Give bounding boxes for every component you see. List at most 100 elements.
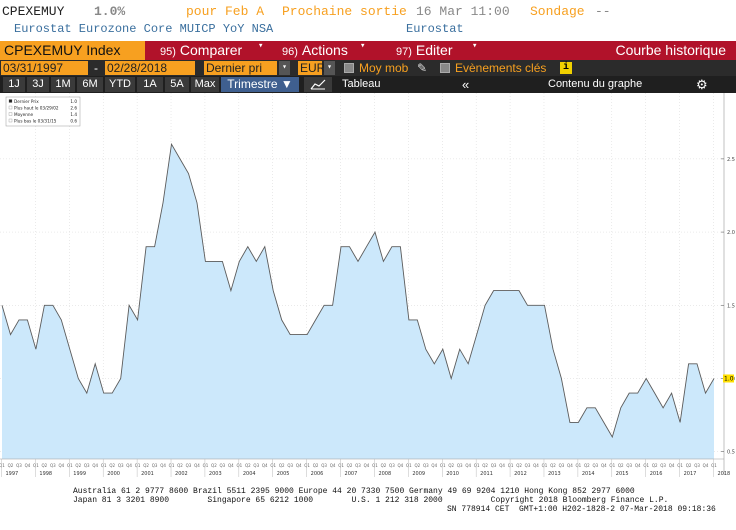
key-events-checkbox[interactable] bbox=[440, 63, 450, 73]
x-quarter-label: Q4 bbox=[669, 463, 675, 468]
x-quarter-label: Q1 bbox=[203, 463, 209, 468]
x-quarter-label: Q2 bbox=[177, 463, 183, 468]
x-quarter-label: Q3 bbox=[525, 463, 531, 468]
x-year-label: 2016 bbox=[650, 471, 663, 477]
x-quarter-label: Q3 bbox=[220, 463, 226, 468]
x-year-label: 2010 bbox=[446, 471, 459, 477]
x-quarter-label: Q1 bbox=[236, 463, 242, 468]
range-button-1a[interactable]: 1A bbox=[137, 77, 163, 92]
legend-swatch bbox=[8, 99, 13, 103]
x-quarter-label: Q2 bbox=[414, 463, 420, 468]
compare-menu[interactable]: 95) Comparer bbox=[160, 41, 242, 60]
chart-content-button[interactable]: Contenu du graphe bbox=[548, 77, 642, 92]
range-button-max[interactable]: Max bbox=[191, 77, 219, 92]
actions-chevron-down-icon[interactable]: ▾ bbox=[360, 41, 365, 51]
x-quarter-label: Q2 bbox=[652, 463, 658, 468]
x-quarter-label: Q1 bbox=[711, 463, 717, 468]
x-quarter-label: Q2 bbox=[143, 463, 149, 468]
next-release-value: 16 Mar 11:00 bbox=[416, 4, 510, 19]
frequency-select[interactable]: Trimestre ▼ bbox=[221, 77, 299, 92]
x-year-label: 2012 bbox=[514, 471, 527, 477]
x-quarter-label: Q1 bbox=[270, 463, 276, 468]
x-year-label: 2004 bbox=[243, 471, 256, 477]
compare-menu-label: Comparer bbox=[179, 42, 243, 58]
x-year-label: 2013 bbox=[548, 471, 561, 477]
info-icon[interactable]: i bbox=[560, 62, 572, 74]
history-chart: 0.51.01.52.02.5 Q1Q2Q3Q4Q1Q2Q3Q4Q1Q2Q3Q4… bbox=[0, 93, 736, 486]
gear-icon[interactable]: ⚙ bbox=[696, 77, 708, 92]
field-chevron-down-icon[interactable]: ▾ bbox=[279, 61, 290, 75]
actions-menu-number: 96) bbox=[282, 46, 298, 58]
x-year-label: 2006 bbox=[311, 471, 324, 477]
x-quarter-label: Q1 bbox=[576, 463, 582, 468]
x-quarter-label: Q4 bbox=[58, 463, 64, 468]
edit-chevron-down-icon[interactable]: ▾ bbox=[472, 41, 477, 51]
x-quarter-label: Q4 bbox=[228, 463, 234, 468]
x-quarter-label: Q3 bbox=[457, 463, 463, 468]
x-year-label: 2001 bbox=[141, 471, 154, 477]
x-quarter-label: Q3 bbox=[694, 463, 700, 468]
description: Eurostat Eurozone Core MUICP YoY NSA bbox=[14, 22, 274, 36]
chart-type-button[interactable] bbox=[304, 77, 332, 92]
x-quarter-label: Q4 bbox=[533, 463, 539, 468]
x-quarter-label: Q3 bbox=[50, 463, 56, 468]
x-quarter-label: Q4 bbox=[160, 463, 166, 468]
start-date-input[interactable]: 03/31/1997 bbox=[1, 61, 88, 75]
x-year-label: 2011 bbox=[480, 471, 493, 477]
x-quarter-label: Q2 bbox=[313, 463, 319, 468]
x-quarter-label: Q4 bbox=[567, 463, 573, 468]
range-button-3j[interactable]: 3J bbox=[27, 77, 49, 92]
legend-label: Plus haut le 03/29/02 bbox=[14, 106, 59, 111]
legend-label: Dernier Prix bbox=[14, 99, 39, 104]
x-year-label: 2002 bbox=[175, 471, 188, 477]
x-quarter-label: Q2 bbox=[8, 463, 14, 468]
index-label[interactable]: CPEXEMUY Index bbox=[0, 41, 145, 60]
field-select[interactable]: Dernier pri bbox=[204, 61, 277, 75]
x-quarter-label: Q2 bbox=[482, 463, 488, 468]
currency-chevron-down-icon[interactable]: ▾ bbox=[324, 61, 335, 75]
edit-menu-label: Editer bbox=[415, 42, 453, 58]
x-year-label: 2000 bbox=[107, 471, 120, 477]
x-quarter-label: Q1 bbox=[406, 463, 412, 468]
legend-value: 1.0 bbox=[70, 99, 77, 104]
date-separator: - bbox=[94, 61, 98, 75]
x-quarter-label: Q4 bbox=[262, 463, 268, 468]
x-quarter-label: Q4 bbox=[431, 463, 437, 468]
x-quarter-label: Q1 bbox=[67, 463, 73, 468]
x-quarter-label: Q3 bbox=[84, 463, 90, 468]
x-quarter-label: Q4 bbox=[703, 463, 709, 468]
legend-label: Plus bas le 03/31/15 bbox=[14, 119, 57, 124]
actions-menu[interactable]: 96) Actions bbox=[282, 41, 348, 60]
range-button-1m[interactable]: 1M bbox=[51, 77, 75, 92]
x-quarter-label: Q1 bbox=[33, 463, 39, 468]
compare-menu-number: 95) bbox=[160, 46, 176, 58]
x-quarter-label: Q1 bbox=[474, 463, 480, 468]
x-year-label: 2017 bbox=[684, 471, 697, 477]
range-button-ytd[interactable]: YTD bbox=[105, 77, 135, 92]
x-quarter-label: Q2 bbox=[75, 463, 81, 468]
range-button-6m[interactable]: 6M bbox=[77, 77, 103, 92]
edit-menu[interactable]: 97) Editer bbox=[396, 41, 452, 60]
function-toolbar: CPEXEMUY Index 95) Comparer ▾ 96) Actions … bbox=[0, 41, 736, 60]
currency-select[interactable]: EUR bbox=[298, 61, 325, 75]
settings-bar: 03/31/1997 - 02/28/2018 Dernier pri ▾ EU… bbox=[0, 60, 736, 76]
x-quarter-label: Q3 bbox=[321, 463, 327, 468]
pencil-icon[interactable]: ✎ bbox=[417, 61, 427, 75]
table-button[interactable]: Tableau bbox=[342, 77, 381, 92]
moving-average-checkbox[interactable] bbox=[344, 63, 354, 73]
x-quarter-label: Q2 bbox=[245, 463, 251, 468]
legend-value: 2.6 bbox=[70, 106, 77, 111]
x-quarter-label: Q3 bbox=[253, 463, 259, 468]
moving-average-label: Moy mob bbox=[359, 61, 409, 75]
range-button-5a[interactable]: 5A bbox=[165, 77, 189, 92]
collapse-icon[interactable]: « bbox=[462, 77, 469, 92]
range-button-1j[interactable]: 1J bbox=[3, 77, 25, 92]
compare-chevron-down-icon[interactable]: ▾ bbox=[258, 41, 263, 51]
edit-menu-number: 97) bbox=[396, 46, 412, 58]
footer-line-2: Japan 81 3 3201 8900 Singapore 65 6212 1… bbox=[73, 496, 669, 505]
x-quarter-label: Q4 bbox=[25, 463, 31, 468]
end-date-input[interactable]: 02/28/2018 bbox=[105, 61, 195, 75]
next-release-label: Prochaine sortie bbox=[282, 4, 407, 19]
x-year-label: 1999 bbox=[73, 471, 86, 477]
legend-swatch bbox=[8, 112, 13, 116]
